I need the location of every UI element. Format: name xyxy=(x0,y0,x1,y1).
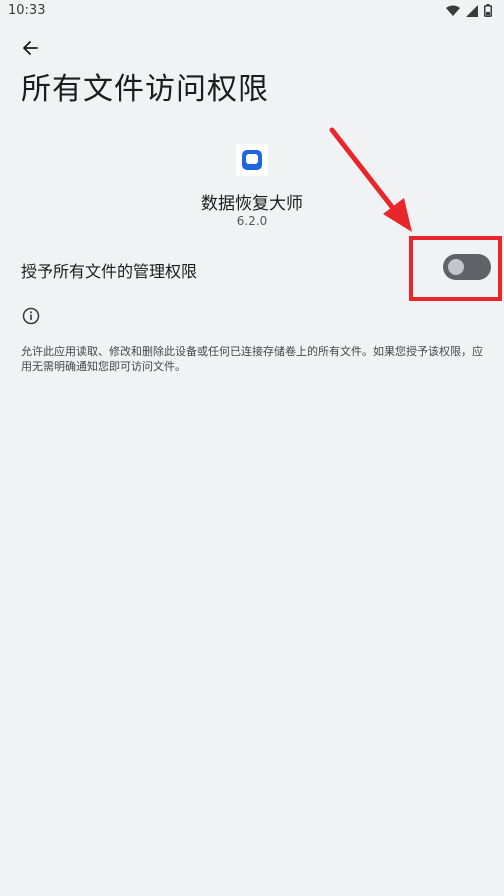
permission-description: 允许此应用读取、修改和删除此设备或任何已连接存储卷上的所有文件。如果您授予该权限… xyxy=(21,345,483,373)
red-highlight-box xyxy=(409,236,502,301)
app-version: 6.2.0 xyxy=(236,214,268,228)
app-icon xyxy=(236,144,268,176)
wifi-icon xyxy=(446,5,460,16)
status-icons xyxy=(446,4,492,17)
red-arrow-annotation xyxy=(329,127,412,232)
page-title: 所有文件访问权限 xyxy=(21,72,269,107)
signal-icon xyxy=(466,4,478,17)
status-time: 10:33 xyxy=(8,3,46,18)
app-name: 数据恢复大师 xyxy=(201,194,303,214)
battery-icon xyxy=(484,4,492,17)
info-icon xyxy=(22,307,40,325)
app-logo-icon xyxy=(242,150,262,170)
status-bar: 10:33 xyxy=(0,0,504,22)
back-button[interactable] xyxy=(16,34,44,62)
permission-label: 授予所有文件的管理权限 xyxy=(21,262,198,281)
arrow-back-icon xyxy=(23,41,38,55)
